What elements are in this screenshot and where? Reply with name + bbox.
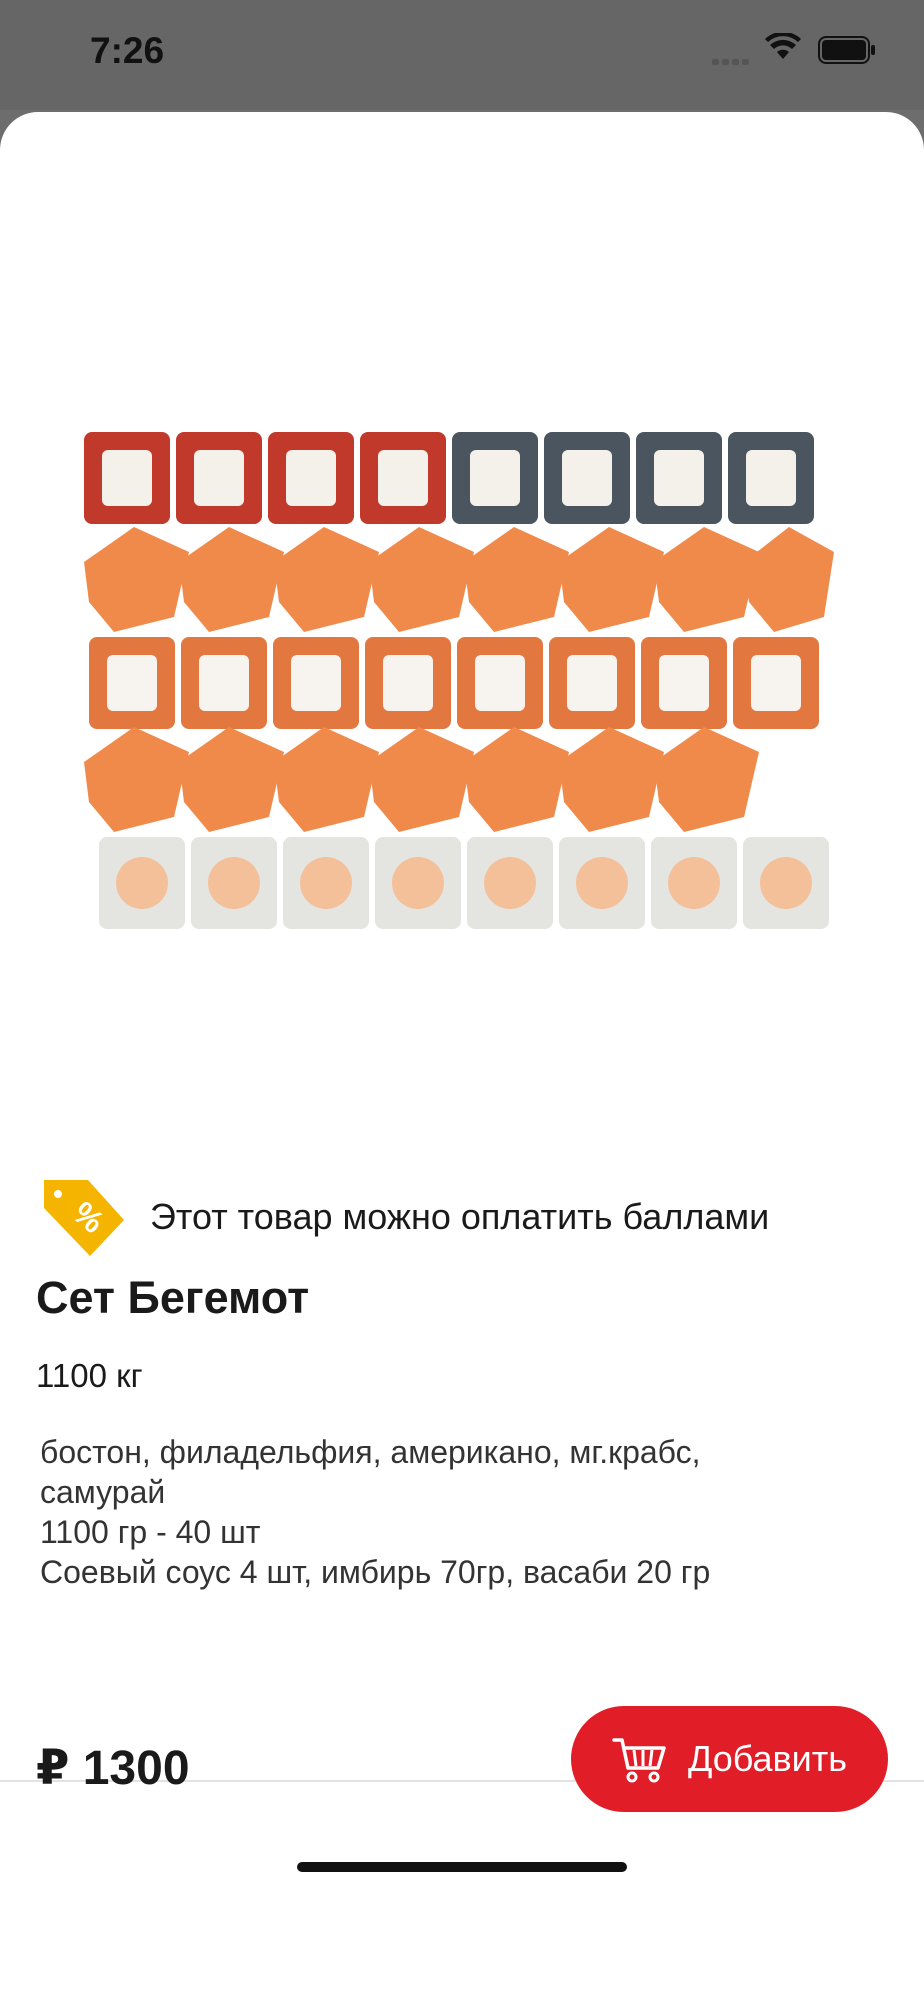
product-weight: 1100 кг [36, 1357, 143, 1394]
promo-text: Этот товар можно оплатить баллами [150, 1196, 770, 1237]
product-title: Сет Бегемот [36, 1272, 310, 1323]
product-description: бостон, филадельфия, американо, мг.крабс… [40, 1432, 860, 1592]
status-bar: 7:26 [0, 0, 924, 110]
points-payment-note: % Этот товар можно оплатить баллами [40, 1172, 900, 1262]
wifi-icon [765, 33, 801, 59]
battery-icon [818, 36, 875, 64]
cart-icon [612, 1738, 666, 1783]
add-to-cart-label: Добавить [687, 1738, 848, 1779]
home-indicator[interactable] [297, 1862, 627, 1872]
description-line: бостон, филадельфия, американо, мг.крабс… [40, 1434, 701, 1470]
description-line: Соевый соус 4 шт, имбирь 70гр, васаби 20… [40, 1554, 711, 1590]
product-price: ₽ 1300 [36, 1742, 190, 1795]
sushi-set-photo [84, 432, 834, 929]
description-line: 1100 гр - 40 шт [40, 1514, 261, 1550]
cellular-signal-icon [712, 52, 752, 70]
percent-tag-icon: % [44, 1180, 124, 1256]
add-to-cart-button[interactable]: Добавить [571, 1706, 888, 1812]
status-time: 7:26 [90, 30, 165, 71]
description-line: самурай [40, 1474, 166, 1510]
